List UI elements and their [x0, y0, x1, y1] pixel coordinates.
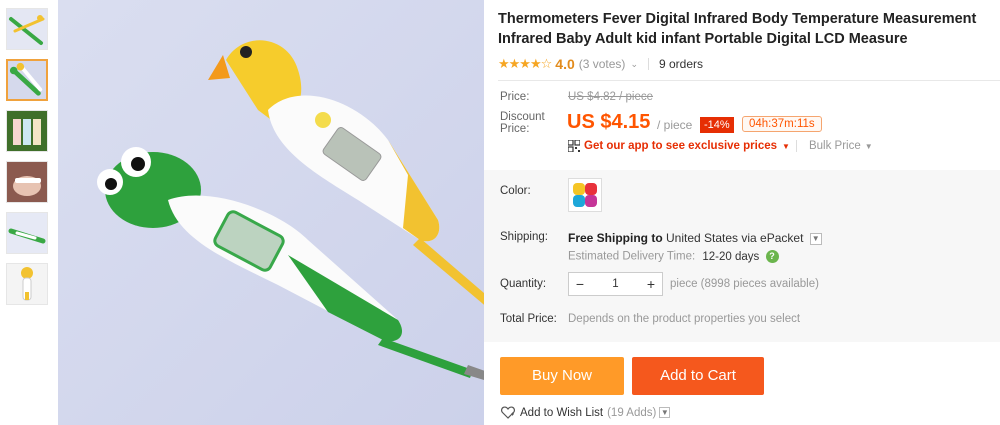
shipping-info: Free Shipping to United States via ePack… — [568, 231, 822, 245]
heart-icon[interactable] — [501, 406, 515, 419]
caret-down-icon[interactable]: ▼ — [782, 142, 790, 151]
shipping-destination: United States via ePacket — [662, 231, 804, 245]
product-info-panel: Thermometers Fever Digital Infrared Body… — [498, 0, 1000, 75]
total-price-note: Depends on the product properties you se… — [568, 313, 801, 325]
divider — [647, 58, 649, 70]
original-price: US $4.82 / piece — [568, 91, 654, 103]
app-promo-row: Get our app to see exclusive prices ▼ Bu… — [568, 140, 873, 152]
add-to-wishlist-link[interactable]: Add to Wish List — [520, 407, 603, 419]
buy-now-button[interactable]: Buy Now — [500, 357, 624, 395]
delivery-estimate: Estimated Delivery Time: 12-20 days ? — [568, 250, 779, 263]
rating-votes-link[interactable]: (3 votes) — [579, 57, 626, 71]
product-title: Thermometers Fever Digital Infrared Body… — [498, 11, 977, 47]
color-swatch-image — [573, 183, 597, 207]
rating-stars-icon: ★★★★☆ — [498, 56, 552, 71]
order-count: 9 orders — [658, 57, 704, 71]
rating-row: ★★★★☆ 4.0 (3 votes) ⌄ 9 orders — [498, 53, 1000, 75]
discount-label-line1: Discount — [500, 111, 545, 123]
discount-label-line2: Price: — [500, 123, 530, 135]
shipping-label: Shipping: — [500, 231, 548, 243]
price-label: Price: — [500, 91, 530, 103]
delivery-label: Estimated Delivery Time: — [568, 250, 696, 263]
thumbnail-list — [6, 8, 52, 314]
discount-price: US $4.15 — [567, 111, 651, 133]
wishlist-count: (19 Adds) — [607, 406, 657, 419]
quantity-decrease-button[interactable]: − — [569, 276, 591, 292]
bulk-price-link[interactable]: Bulk Price — [795, 140, 861, 152]
thumbnail-6[interactable] — [6, 263, 48, 305]
rating-value: 4.0 — [555, 56, 575, 72]
discount-badge: -14% — [700, 117, 734, 133]
help-icon[interactable]: ? — [765, 250, 779, 263]
thumbnail-4[interactable] — [6, 161, 48, 203]
total-price-label: Total Price: — [500, 313, 557, 325]
thumbnail-2[interactable] — [6, 59, 48, 101]
price-block: Price: US $4.82 / piece Discount Price: … — [498, 82, 1000, 170]
countdown-timer: 04h:37m:11s — [742, 116, 822, 132]
section-divider — [498, 80, 1000, 81]
chevron-down-icon[interactable]: ▼ — [659, 407, 671, 418]
options-panel: Color: Shipping: Free Shipping to United… — [484, 170, 1000, 342]
color-label: Color: — [500, 185, 531, 197]
shipping-dropdown-icon[interactable]: ▼ — [809, 232, 822, 245]
qr-code-icon — [568, 140, 580, 152]
main-product-image — [58, 0, 484, 425]
shipping-free-text: Free Shipping to — [568, 231, 663, 245]
app-promo-link[interactable]: Get our app to see exclusive prices — [584, 140, 777, 152]
quantity-stepper: − 1 + — [568, 272, 663, 296]
quantity-label: Quantity: — [500, 278, 547, 290]
quantity-increase-button[interactable]: + — [640, 276, 662, 292]
thumbnail-1[interactable] — [6, 8, 48, 50]
stock-availability: piece (8998 pieces available) — [670, 278, 819, 290]
chevron-down-icon[interactable]: ⌄ — [630, 59, 638, 70]
add-to-cart-button[interactable]: Add to Cart — [632, 357, 764, 395]
color-swatch[interactable] — [568, 178, 602, 212]
delivery-days: 12-20 days — [702, 250, 760, 263]
wishlist-row: Add to Wish List (19 Adds) ▼ — [501, 406, 671, 419]
thumbnail-3[interactable] — [6, 110, 48, 152]
quantity-input[interactable]: 1 — [591, 278, 640, 290]
thumbnail-5[interactable] — [6, 212, 48, 254]
caret-down-icon[interactable]: ▼ — [865, 142, 873, 151]
price-unit: / piece — [657, 118, 693, 132]
